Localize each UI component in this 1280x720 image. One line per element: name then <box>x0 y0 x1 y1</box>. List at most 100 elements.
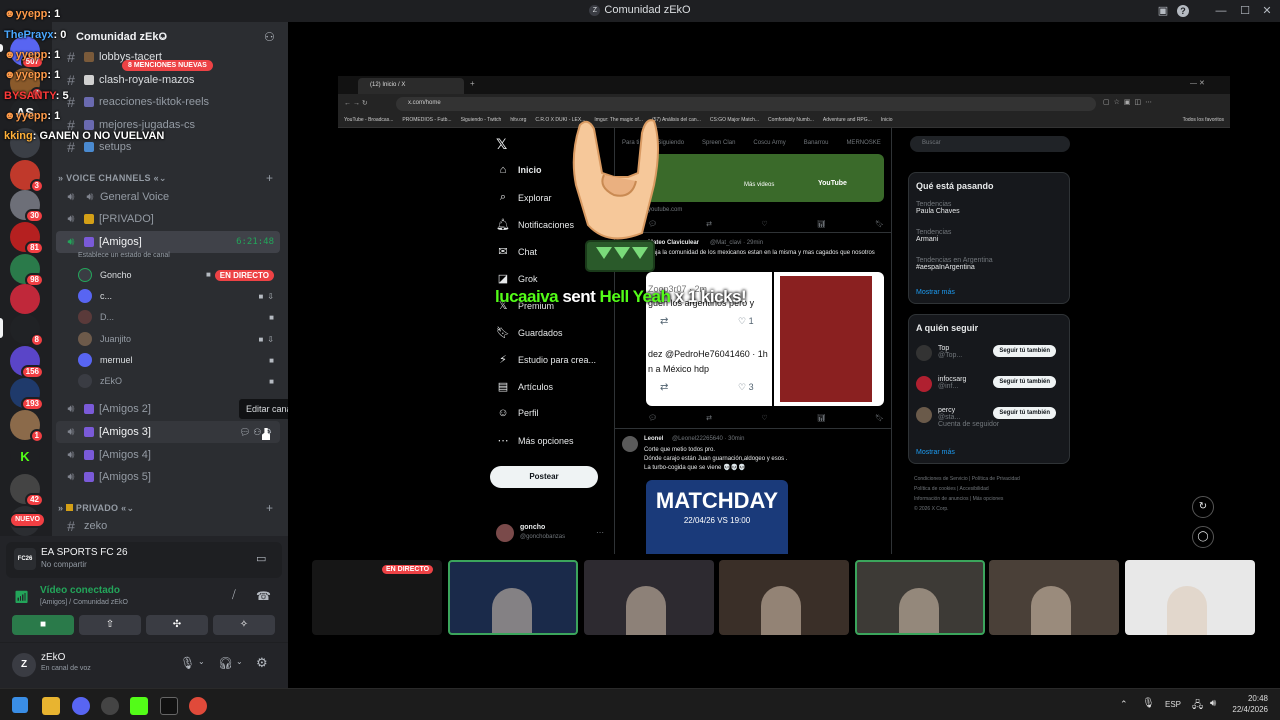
add-channel-icon[interactable]: + <box>266 171 273 185</box>
x-nav-item[interactable]: ◪ Grok <box>496 272 538 285</box>
share-screen-button[interactable]: ⇧ <box>79 615 141 635</box>
member-d[interactable]: D... ■ <box>78 307 278 327</box>
windows-start-icon[interactable] <box>12 697 28 713</box>
new-tab-icon[interactable]: + <box>470 79 475 88</box>
tweet-author[interactable]: Leonel <box>644 436 663 442</box>
x-nav-item[interactable]: ⌕ Explorar <box>496 191 552 204</box>
server-name[interactable]: Comunidad zEkO <box>76 31 167 43</box>
soundboard-button[interactable]: ✧ <box>213 615 275 635</box>
footer-link[interactable]: Información de anuncios <box>914 496 968 502</box>
follow-button[interactable]: Seguir tú también <box>993 345 1056 357</box>
server-icon[interactable]: 3 <box>10 160 44 193</box>
url-field[interactable]: x.com/home <box>396 97 1096 111</box>
steam-icon[interactable] <box>101 697 119 715</box>
nav-arrows-icon[interactable]: ← → ↻ <box>344 99 368 107</box>
mic-tray-icon[interactable]: 🎙︎ <box>1142 698 1155 709</box>
server-icon[interactable]: 193 <box>10 378 44 411</box>
follow-item[interactable]: infocsarg @inf... Seguir tú también <box>916 376 1064 396</box>
discord-icon[interactable] <box>72 697 90 715</box>
file-explorer-icon[interactable] <box>42 697 60 715</box>
bookmark-item[interactable]: Inicio <box>881 117 893 123</box>
bookmark-item[interactable]: PROMEDIOS - Futb... <box>402 117 451 123</box>
x-nav-item[interactable]: ⌂ Inicio <box>496 164 542 176</box>
tray-chevron-icon[interactable]: ⌃ <box>1120 699 1128 710</box>
voice-amigos-4[interactable]: 🔊︎ [Amigos 4] <box>56 444 280 466</box>
stream-thumbnail[interactable] <box>855 560 985 635</box>
server-icon[interactable]: 42 <box>10 474 44 507</box>
screen-share-icon[interactable]: ▭ <box>256 552 266 565</box>
channel-zeko[interactable]: # zeko <box>56 515 280 536</box>
add-member-icon[interactable]: ⚇ <box>264 30 275 44</box>
server-icon[interactable]: 8 <box>10 314 44 347</box>
matchday-image[interactable]: MATCHDAY 22/04/26 VS 19:00 <box>646 480 788 554</box>
footer-link[interactable]: Accesibilidad <box>960 486 989 492</box>
stream-thumbnail[interactable] <box>719 560 849 635</box>
voice-connected-sub[interactable]: [Amigos] / Comunidad zEkO <box>40 599 128 606</box>
channel-status-input[interactable]: Establece un estado de canal <box>78 252 170 259</box>
clock[interactable]: 20:48 22/4/2026 <box>1230 693 1268 715</box>
server-icon[interactable] <box>10 284 40 314</box>
kick-icon[interactable] <box>130 697 148 715</box>
x-nav-item[interactable]: ⚡ Estudio para crea... <box>496 353 596 366</box>
minimize-button[interactable]: — <box>1212 3 1230 19</box>
follow-item[interactable]: percy @sta... Cuenta de seguidor Seguir tú … <box>916 407 1064 437</box>
member-zeko[interactable]: zEkO ■ <box>78 371 278 391</box>
microphone-icon[interactable]: 🎙︎ <box>180 656 195 670</box>
disconnect-icon[interactable]: ☎ <box>256 589 271 603</box>
bookmark-item[interactable]: Siguiendo - Twitch <box>461 117 502 123</box>
help-icon[interactable]: ? <box>1177 5 1189 17</box>
footer-link[interactable]: Política de Privacidad <box>972 476 1020 482</box>
member-juanjito[interactable]: Juanjito ■ ⇩ <box>78 329 278 349</box>
voice-amigos-5[interactable]: 🔊︎ [Amigos 5] <box>56 466 280 488</box>
server-icon[interactable]: 1 <box>10 410 44 443</box>
mentions-banner[interactable]: 8 MENCIONES NUEVAS <box>122 60 213 71</box>
stream-thumbnail[interactable]: EN DIRECTO <box>312 560 442 635</box>
bookmark-item[interactable]: hltv.org <box>510 117 526 123</box>
tweet-actions[interactable]: 💬︎ ⇄ ♡ 📊︎ 🔖︎ <box>648 414 884 422</box>
x-nav-item[interactable]: ⋯ Más opciones <box>496 434 574 447</box>
account-avatar[interactable] <box>496 524 514 542</box>
timeline-tab[interactable]: Banarrou <box>804 140 829 146</box>
stream-thumbnail[interactable] <box>1125 560 1255 635</box>
footer-link[interactable]: Más opciones <box>973 496 1004 502</box>
grok-icon[interactable]: ↻ <box>1192 496 1214 518</box>
camera-button[interactable]: ■ <box>12 615 74 635</box>
follow-button[interactable]: Seguir tú también <box>993 376 1056 388</box>
timeline-tab[interactable]: MERNOSKE <box>846 140 880 146</box>
voice-general[interactable]: 🔊︎ 🔊︎ General Voice <box>56 186 280 208</box>
language-indicator[interactable]: ESP <box>1165 700 1181 709</box>
extensions-icons[interactable]: ▢☆▣◫⋯ <box>1103 98 1156 106</box>
channel-reacciones-tiktok-reels[interactable]: # reacciones-tiktok-reels <box>56 91 280 113</box>
bookmark-item[interactable]: Comfortably Numb... <box>768 117 814 123</box>
footer-link[interactable]: Política de cookies <box>914 486 956 492</box>
user-name[interactable]: zEkO <box>41 652 65 663</box>
timeline-tab[interactable]: Coscu Army <box>753 140 785 146</box>
bookmark-item[interactable]: YouTube - Broadcas... <box>344 117 393 123</box>
stream-thumbnail[interactable] <box>584 560 714 635</box>
bookmark-item[interactable]: Todos los favoritos <box>1183 117 1224 123</box>
bookmark-item[interactable]: CS:GO Major Match... <box>710 117 759 123</box>
x-nav-item[interactable]: ▤ Artículos <box>496 380 553 393</box>
activities-button[interactable]: ✣ <box>146 615 208 635</box>
more-icon[interactable]: ⋯ <box>596 528 604 537</box>
chevron-down-icon[interactable]: ⌄ <box>198 657 205 666</box>
voice-category[interactable]: » VOICE CHANNELS «⌄ <box>58 173 278 184</box>
timeline-tab[interactable]: Spreen Clan <box>702 140 735 146</box>
stream-thumbnail[interactable] <box>448 560 578 635</box>
x-nav-item[interactable]: ✉ Chat <box>496 245 537 258</box>
tweet-actions[interactable]: 💬︎ ⇄ ♡ 📊︎ 🔖︎ <box>648 220 884 228</box>
account-name[interactable]: goncho <box>520 524 545 531</box>
trend-item[interactable]: Tendencias Paula Chaves <box>916 201 960 215</box>
chevron-down-icon[interactable]: ⌄ <box>236 657 243 666</box>
stream-thumbnail[interactable] <box>989 560 1119 635</box>
network-icon[interactable]: 🖧︎ <box>1192 698 1203 715</box>
messages-icon[interactable]: ◯ <box>1192 526 1214 548</box>
voice-amigos-3[interactable]: 🔊︎ [Amigos 3] 💬︎ ⚇ ⚙ <box>56 421 280 443</box>
bookmark-item[interactable]: Adventure and RPG... <box>823 117 872 123</box>
follow-item[interactable]: Top @Top... Seguir tú también <box>916 345 1064 365</box>
voice-connected-title[interactable]: Vídeo conectado <box>40 585 120 596</box>
server-icon[interactable]: K <box>10 442 40 472</box>
inbox-icon[interactable]: ▣ <box>1154 3 1172 19</box>
close-button[interactable]: ✕ <box>1258 3 1276 19</box>
add-channel-icon[interactable]: + <box>266 501 273 515</box>
